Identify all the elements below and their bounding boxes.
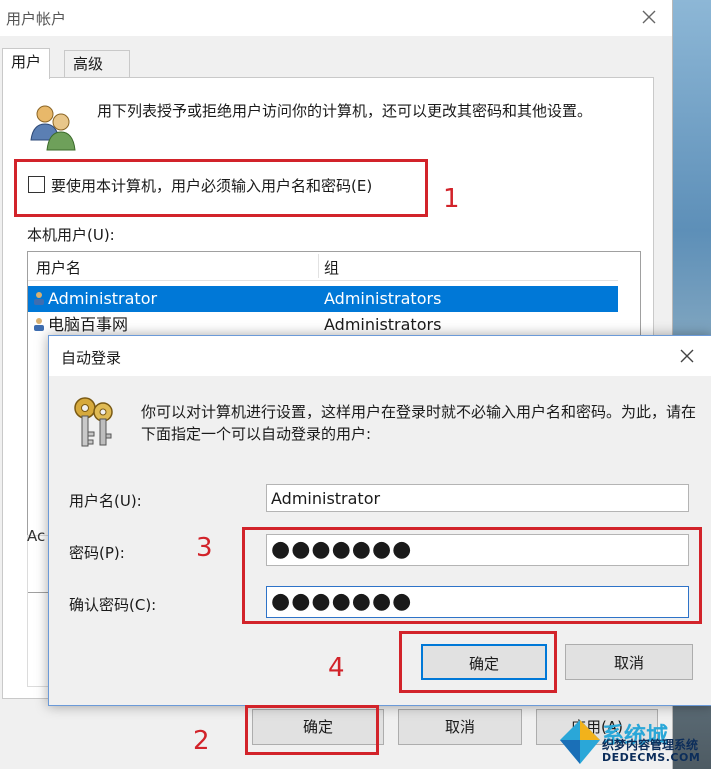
table-row[interactable]: Administrator Administrators xyxy=(28,286,618,312)
annotation-box-1 xyxy=(14,159,428,217)
watermark-line2: DEDECMS.COM xyxy=(602,751,701,764)
auto-login-title-bar: 自动登录 xyxy=(49,336,711,376)
column-header-username[interactable]: 用户名 xyxy=(36,257,81,278)
watermark-logo-icon xyxy=(560,720,600,764)
annotation-box-3 xyxy=(242,527,702,624)
annotation-number-3: 3 xyxy=(196,533,213,563)
outer-title-bar: 用户帐户 xyxy=(0,0,672,36)
username-label: 用户名(U): xyxy=(69,492,142,510)
tab-advanced[interactable]: 高级 xyxy=(64,50,130,77)
auto-login-cancel-button[interactable]: 取消 xyxy=(565,644,693,680)
watermark: 系统城 织梦内容管理系统 DEDECMS.COM xyxy=(558,718,711,769)
users-intro-text: 用下列表授予或拒绝用户访问你的计算机，还可以更改其密码和其他设置。 xyxy=(97,102,593,120)
annotation-number-4: 4 xyxy=(328,653,345,683)
password-label: 密码(P): xyxy=(69,544,125,562)
confirm-password-label: 确认密码(C): xyxy=(69,596,157,614)
annotation-box-4 xyxy=(399,631,557,693)
auto-login-intro-text: 你可以对计算机进行设置，这样用户在登录时就不必输入用户名和密码。为此，请在下面指… xyxy=(141,403,697,443)
close-icon[interactable] xyxy=(638,6,660,28)
local-users-label: 本机用户(U): xyxy=(27,226,115,244)
column-separator xyxy=(318,254,319,278)
username-field[interactable]: Administrator xyxy=(266,484,689,512)
tab-users[interactable]: 用户 xyxy=(2,48,51,79)
user-icon xyxy=(34,292,44,305)
user-icon xyxy=(34,318,44,331)
user-name-cell: Administrator xyxy=(48,289,158,308)
auto-login-title: 自动登录 xyxy=(61,349,122,367)
close-icon[interactable] xyxy=(677,346,697,366)
users-icon xyxy=(30,105,76,151)
outer-cancel-button[interactable]: 取消 xyxy=(398,709,522,745)
annotation-number-2: 2 xyxy=(193,726,210,756)
column-header-group[interactable]: 组 xyxy=(324,257,339,278)
user-group-cell: Administrators xyxy=(324,289,442,308)
annotation-number-1: 1 xyxy=(443,184,460,214)
keys-icon xyxy=(74,397,113,447)
outer-window-title: 用户帐户 xyxy=(6,10,67,28)
annotation-box-2 xyxy=(245,705,379,755)
users-list-header: 用户名 组 xyxy=(28,252,618,281)
auto-login-dialog: 自动登录 你可以对计算机进行设置，这样用户在登录时就不必输入用户名和密码。为此，… xyxy=(48,335,711,706)
